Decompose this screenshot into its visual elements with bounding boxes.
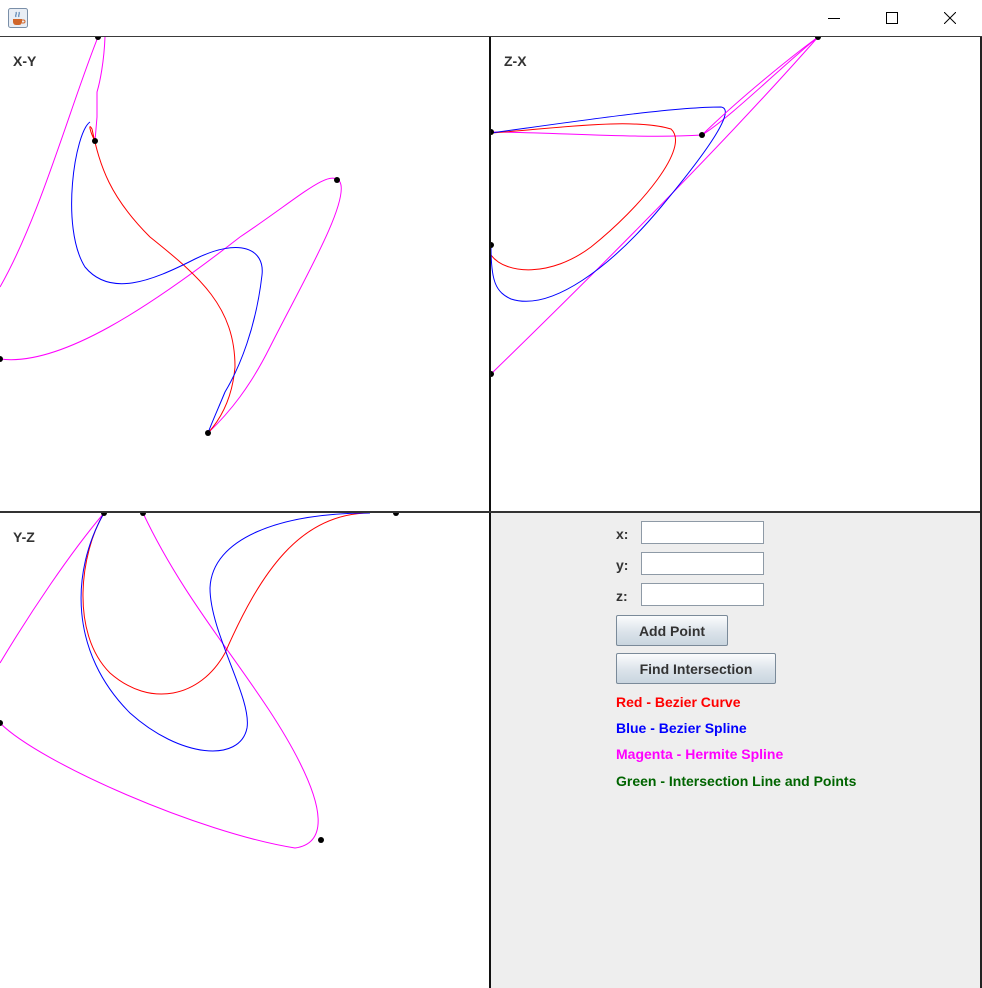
x-label: x: [616, 526, 629, 542]
minimize-button[interactable] [805, 0, 863, 36]
add-point-button[interactable]: Add Point [616, 615, 728, 646]
maximize-icon [886, 12, 898, 24]
control-point [92, 138, 98, 144]
z-input[interactable] [641, 583, 764, 606]
xy-view-label: X-Y [13, 53, 37, 69]
title-bar [0, 0, 982, 37]
find-intersection-button[interactable]: Find Intersection [616, 653, 776, 684]
control-point [491, 242, 494, 248]
legend-bezier-spline: Blue - Bezier Spline [616, 720, 747, 736]
x-input[interactable] [641, 521, 764, 544]
y-label: y: [616, 557, 629, 573]
java-coffee-icon [8, 8, 28, 28]
horizontal-divider [0, 511, 982, 513]
control-point [95, 37, 101, 40]
control-point [205, 430, 211, 436]
legend-intersection: Green - Intersection Line and Points [616, 773, 857, 789]
zx-plot [491, 37, 821, 377]
hermite-spline [0, 37, 342, 434]
yz-plot [0, 513, 399, 849]
close-icon [944, 12, 956, 24]
y-input[interactable] [641, 552, 764, 575]
control-panel: x: y: z: Add Point Find Intersection Red… [491, 513, 980, 988]
yz-view-panel[interactable]: Y-Z [0, 513, 489, 988]
hermite-spline [0, 513, 319, 849]
bezier-curve [89, 126, 236, 434]
control-point [334, 177, 340, 183]
maximize-button[interactable] [863, 0, 921, 36]
bezier-spline [80, 513, 371, 752]
zx-view-label: Z-X [504, 53, 527, 69]
close-button[interactable] [921, 0, 979, 36]
control-point [0, 356, 3, 362]
control-point [699, 132, 705, 138]
bezier-spline [71, 121, 263, 434]
bezier-spline [491, 106, 726, 302]
zx-view-panel[interactable]: Z-X [491, 37, 980, 511]
xy-view-panel[interactable]: X-Y [0, 37, 489, 511]
bezier-curve [82, 513, 371, 695]
legend-bezier-curve: Red - Bezier Curve [616, 694, 741, 710]
legend-hermite-spline: Magenta - Hermite Spline [616, 746, 784, 762]
control-point [318, 837, 324, 843]
control-point [491, 129, 494, 135]
minimize-icon [828, 18, 840, 19]
bezier-curve [491, 123, 676, 271]
control-point [140, 513, 146, 516]
control-point [393, 513, 399, 516]
xy-plot [0, 37, 342, 436]
z-label: z: [616, 588, 628, 604]
hermite-spline [491, 37, 819, 375]
yz-view-label: Y-Z [13, 529, 35, 545]
